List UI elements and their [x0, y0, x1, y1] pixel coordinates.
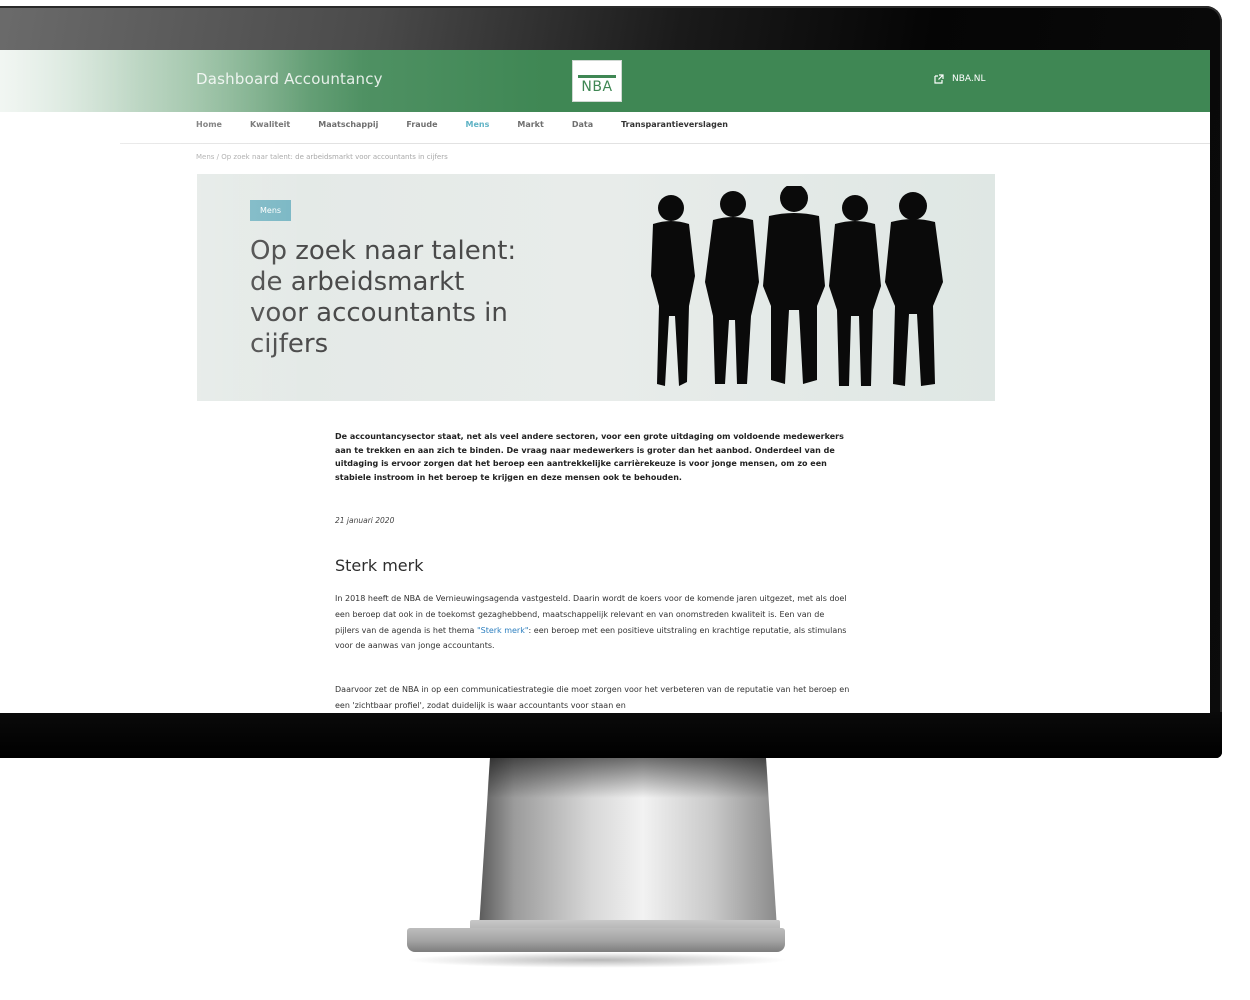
- monitor-stand-shadow: [487, 758, 769, 798]
- sterk-merk-link[interactable]: "Sterk merk": [477, 626, 529, 635]
- nav-item-markt[interactable]: Markt: [517, 120, 543, 138]
- silhouette-person: [705, 191, 759, 384]
- section-heading: Sterk merk: [335, 556, 424, 575]
- site-header: Dashboard Accountancy NBA NBA.NL: [0, 50, 1210, 112]
- nav-item-transparantieverslagen[interactable]: Transparantieverslagen: [621, 120, 728, 138]
- category-tag[interactable]: Mens: [250, 200, 292, 221]
- page-title-line: de arbeidsmarkt: [250, 267, 465, 297]
- main-nav: Home Kwaliteit Maatschappij Fraude Mens …: [196, 120, 756, 138]
- nba-logo[interactable]: NBA: [572, 60, 622, 102]
- nav-item-fraude[interactable]: Fraude: [406, 120, 437, 138]
- nav-item-data[interactable]: Data: [572, 120, 593, 138]
- monitor-base-shadow: [405, 952, 789, 968]
- hero-banner: Mens Op zoek naar talent: de arbeidsmark…: [197, 174, 995, 401]
- page-title: Op zoek naar talent: de arbeidsmarkt voo…: [250, 236, 570, 360]
- people-silhouettes-image: [651, 186, 943, 386]
- external-link-nba[interactable]: NBA.NL: [934, 74, 986, 84]
- site-title[interactable]: Dashboard Accountancy: [196, 70, 383, 88]
- page-title-line: cijfers: [250, 329, 329, 359]
- external-link-label: NBA.NL: [952, 74, 986, 84]
- silhouette-person: [885, 192, 943, 386]
- page-title-line: Op zoek naar talent:: [250, 236, 517, 266]
- silhouette-person: [763, 186, 825, 384]
- nav-item-kwaliteit[interactable]: Kwaliteit: [250, 120, 290, 138]
- monitor-stand-base: [407, 928, 785, 952]
- external-link-icon: [934, 74, 944, 84]
- article-date: 21 januari 2020: [335, 516, 395, 525]
- monitor-bezel-bottom: [0, 712, 1222, 758]
- silhouette-person: [651, 195, 695, 386]
- silhouette-person: [829, 195, 881, 386]
- photo-stage: Dashboard Accountancy NBA NBA.NL Home Kw…: [0, 0, 1250, 1000]
- nav-item-mens[interactable]: Mens: [466, 120, 490, 138]
- monitor-screen: Dashboard Accountancy NBA NBA.NL Home Kw…: [0, 50, 1210, 713]
- logo-text: NBA: [581, 79, 613, 95]
- article-paragraph: In 2018 heeft de NBA de Vernieuwingsagen…: [335, 591, 850, 654]
- article-lead: De accountancysector staat, net als veel…: [335, 432, 844, 482]
- nav-divider: [120, 143, 1210, 144]
- logo-bar: [578, 75, 616, 78]
- nav-item-maatschappij[interactable]: Maatschappij: [318, 120, 378, 138]
- breadcrumb[interactable]: Mens / Op zoek naar talent: de arbeidsma…: [196, 153, 448, 161]
- page-title-line: voor accountants in: [250, 298, 508, 328]
- nav-item-home[interactable]: Home: [196, 120, 222, 138]
- article-paragraph: Daarvoor zet de NBA in op een communicat…: [335, 685, 850, 710]
